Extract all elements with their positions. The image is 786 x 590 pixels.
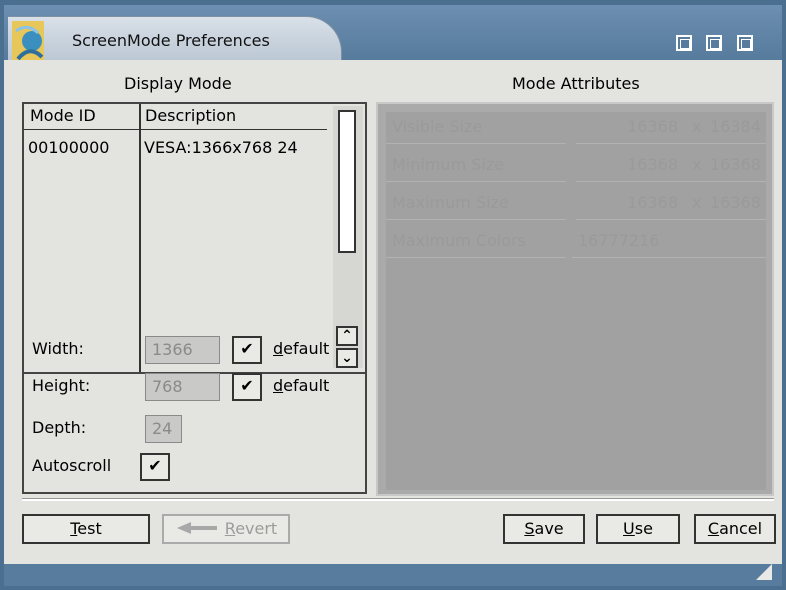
width-label: Width: — [32, 339, 84, 358]
test-button[interactable]: Test — [22, 514, 150, 544]
attr-label: Maximum Size — [386, 188, 566, 220]
checkmark-icon: ✔ — [148, 456, 162, 475]
checkmark-icon: ✔ — [240, 376, 254, 395]
column-header-description[interactable]: Description — [145, 106, 236, 125]
height-default-label: default — [273, 376, 330, 395]
arrow-left-icon — [176, 522, 217, 534]
height-field[interactable]: 768 — [145, 373, 220, 401]
autoscroll-checkbox[interactable]: ✔ — [140, 453, 170, 481]
attr-x: x — [686, 188, 704, 220]
attr-row: Visible Size 16368 x 16384 — [386, 112, 766, 146]
window-title: ScreenMode Preferences — [72, 31, 270, 50]
row-description[interactable]: VESA:1366x768 24 — [144, 138, 327, 157]
save-button[interactable]: Save — [503, 514, 585, 544]
attr-height — [692, 226, 766, 258]
attr-height: 16368 — [704, 150, 766, 182]
attr-height: 16384 — [704, 112, 766, 144]
depth-label: Depth: — [32, 418, 87, 437]
attr-width: 16777216 — [572, 226, 692, 258]
iconify-icon[interactable] — [737, 35, 753, 51]
window-body: Display Mode Mode Attributes Mode ID Des… — [4, 60, 782, 564]
attr-width: 16368 — [576, 188, 686, 220]
height-default-checkbox[interactable]: ✔ — [232, 373, 262, 401]
divider — [22, 498, 774, 501]
attr-x: x — [686, 150, 704, 182]
depth-icon[interactable] — [706, 35, 722, 51]
depth-field[interactable]: 24 — [145, 415, 182, 443]
cancel-button[interactable]: Cancel — [694, 514, 776, 544]
attr-label: Maximum Colors — [386, 226, 566, 258]
attr-row: Maximum Colors 16777216 — [386, 226, 766, 260]
scroll-thumb[interactable] — [338, 110, 356, 253]
app-icon — [12, 21, 44, 65]
attr-label: Visible Size — [386, 112, 566, 144]
attr-row: Minimum Size 16368 x 16368 — [386, 150, 766, 184]
zoom-icon[interactable] — [676, 35, 692, 51]
autoscroll-label: Autoscroll — [32, 456, 112, 475]
header-divider — [24, 129, 327, 130]
column-header-mode-id[interactable]: Mode ID — [30, 106, 96, 125]
revert-button[interactable]: Revert — [162, 514, 290, 544]
use-button[interactable]: Use — [596, 514, 680, 544]
attr-width: 16368 — [576, 150, 686, 182]
attr-width: 16368 — [576, 112, 686, 144]
title-bar[interactable]: ScreenMode Preferences — [4, 5, 782, 65]
resize-grip-icon[interactable] — [756, 564, 772, 580]
width-default-label: default — [273, 339, 330, 358]
attr-label: Minimum Size — [386, 150, 566, 182]
width-default-checkbox[interactable]: ✔ — [232, 336, 262, 364]
attr-height: 16368 — [704, 188, 766, 220]
mode-attributes-title: Mode Attributes — [512, 74, 640, 93]
mode-attributes-table: Visible Size 16368 x 16384 Minimum Size … — [386, 112, 766, 490]
status-bar — [4, 564, 782, 586]
row-mode-id[interactable]: 00100000 — [28, 138, 138, 157]
width-field[interactable]: 1366 — [145, 336, 220, 364]
display-mode-title: Display Mode — [124, 74, 232, 93]
mode-attributes-panel: Visible Size 16368 x 16384 Minimum Size … — [376, 102, 774, 496]
attr-x: x — [686, 112, 704, 144]
checkmark-icon: ✔ — [240, 339, 254, 358]
height-label: Height: — [32, 376, 91, 395]
attr-row: Maximum Size 16368 x 16368 — [386, 188, 766, 222]
